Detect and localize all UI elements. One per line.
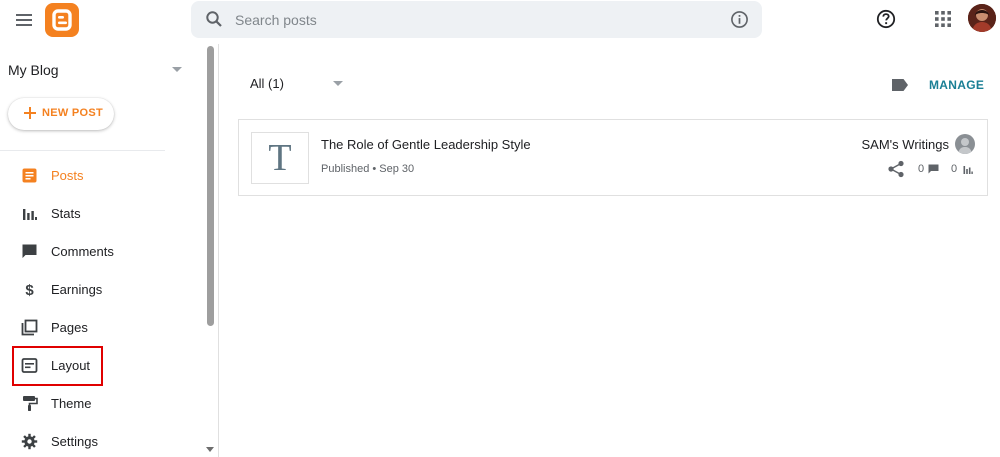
post-status: Published • Sep 30	[321, 163, 415, 175]
avatar-image	[968, 4, 996, 32]
post-thumbnail-letter: T	[268, 137, 292, 179]
author-avatar	[955, 134, 975, 154]
author-avatar-image	[958, 138, 972, 154]
blogger-logo[interactable]	[45, 3, 79, 37]
sidebar-item-label: Comments	[51, 244, 114, 259]
sidebar-item-label: Pages	[51, 320, 88, 335]
blog-selector[interactable]: My Blog	[8, 62, 188, 80]
sidebar-item-label: Posts	[51, 168, 84, 183]
layout-highlight-box	[12, 346, 103, 386]
comment-count: 0	[918, 163, 925, 175]
posts-icon	[22, 168, 37, 183]
new-post-button[interactable]: NEW POST	[8, 98, 114, 130]
sidebar-item-label: Theme	[51, 396, 92, 411]
search-input[interactable]	[235, 1, 705, 38]
scroll-down-arrow-icon[interactable]	[206, 447, 214, 452]
post-title[interactable]: The Role of Gentle Leadership Style	[321, 137, 531, 152]
theme-icon	[23, 396, 38, 411]
menu-icon[interactable]	[14, 10, 34, 30]
sidebar-item-posts[interactable]: Posts	[0, 160, 200, 190]
sidebar-item-earnings[interactable]: $ Earnings	[0, 274, 200, 304]
post-row[interactable]: T The Role of Gentle Leadership Style Pu…	[238, 119, 988, 196]
comments-icon	[22, 244, 37, 258]
label-icon[interactable]	[891, 78, 909, 92]
manage-button[interactable]: MANAGE	[929, 78, 984, 92]
pages-icon	[21, 319, 38, 336]
search-bar[interactable]	[191, 1, 762, 38]
post-filter-dropdown[interactable]: All (1)	[250, 76, 284, 91]
gear-icon	[21, 433, 38, 450]
sidebar-item-theme[interactable]: Theme	[0, 388, 200, 418]
help-icon[interactable]	[876, 9, 896, 29]
sidebar-item-pages[interactable]: Pages	[0, 312, 200, 342]
sidebar-item-label: Settings	[51, 434, 98, 449]
post-author: SAM's Writings	[861, 137, 949, 152]
new-post-label: NEW POST	[42, 107, 104, 119]
info-icon[interactable]	[730, 10, 749, 29]
svg-text:$: $	[25, 282, 34, 298]
view-count: 0	[951, 163, 958, 175]
plus-icon	[24, 107, 36, 119]
manage-label: MANAGE	[929, 78, 985, 92]
sidebar-item-comments[interactable]: Comments	[0, 236, 200, 266]
comment-icon	[928, 164, 939, 174]
search-icon[interactable]	[205, 10, 223, 28]
sidebar-scrollbar-thumb[interactable]	[207, 46, 214, 326]
sidebar-item-label: Stats	[51, 206, 81, 221]
views-icon	[963, 166, 973, 174]
blog-name: My Blog	[8, 62, 59, 78]
blogger-logo-icon	[52, 9, 72, 31]
share-icon[interactable]	[887, 160, 905, 178]
blog-selector-caret-icon[interactable]	[172, 67, 182, 72]
avatar[interactable]	[968, 4, 996, 32]
filter-caret-icon[interactable]	[333, 81, 343, 86]
main-divider	[218, 44, 219, 457]
apps-icon[interactable]	[934, 10, 952, 28]
sidebar-item-stats[interactable]: Stats	[0, 198, 200, 228]
post-filter-label: All (1)	[250, 76, 284, 91]
post-thumbnail: T	[251, 132, 309, 184]
dollar-icon: $	[25, 282, 34, 298]
sidebar-divider	[0, 150, 165, 151]
sidebar-item-label: Earnings	[51, 282, 103, 297]
sidebar-item-settings[interactable]: Settings	[0, 426, 200, 456]
stats-icon	[23, 209, 37, 220]
